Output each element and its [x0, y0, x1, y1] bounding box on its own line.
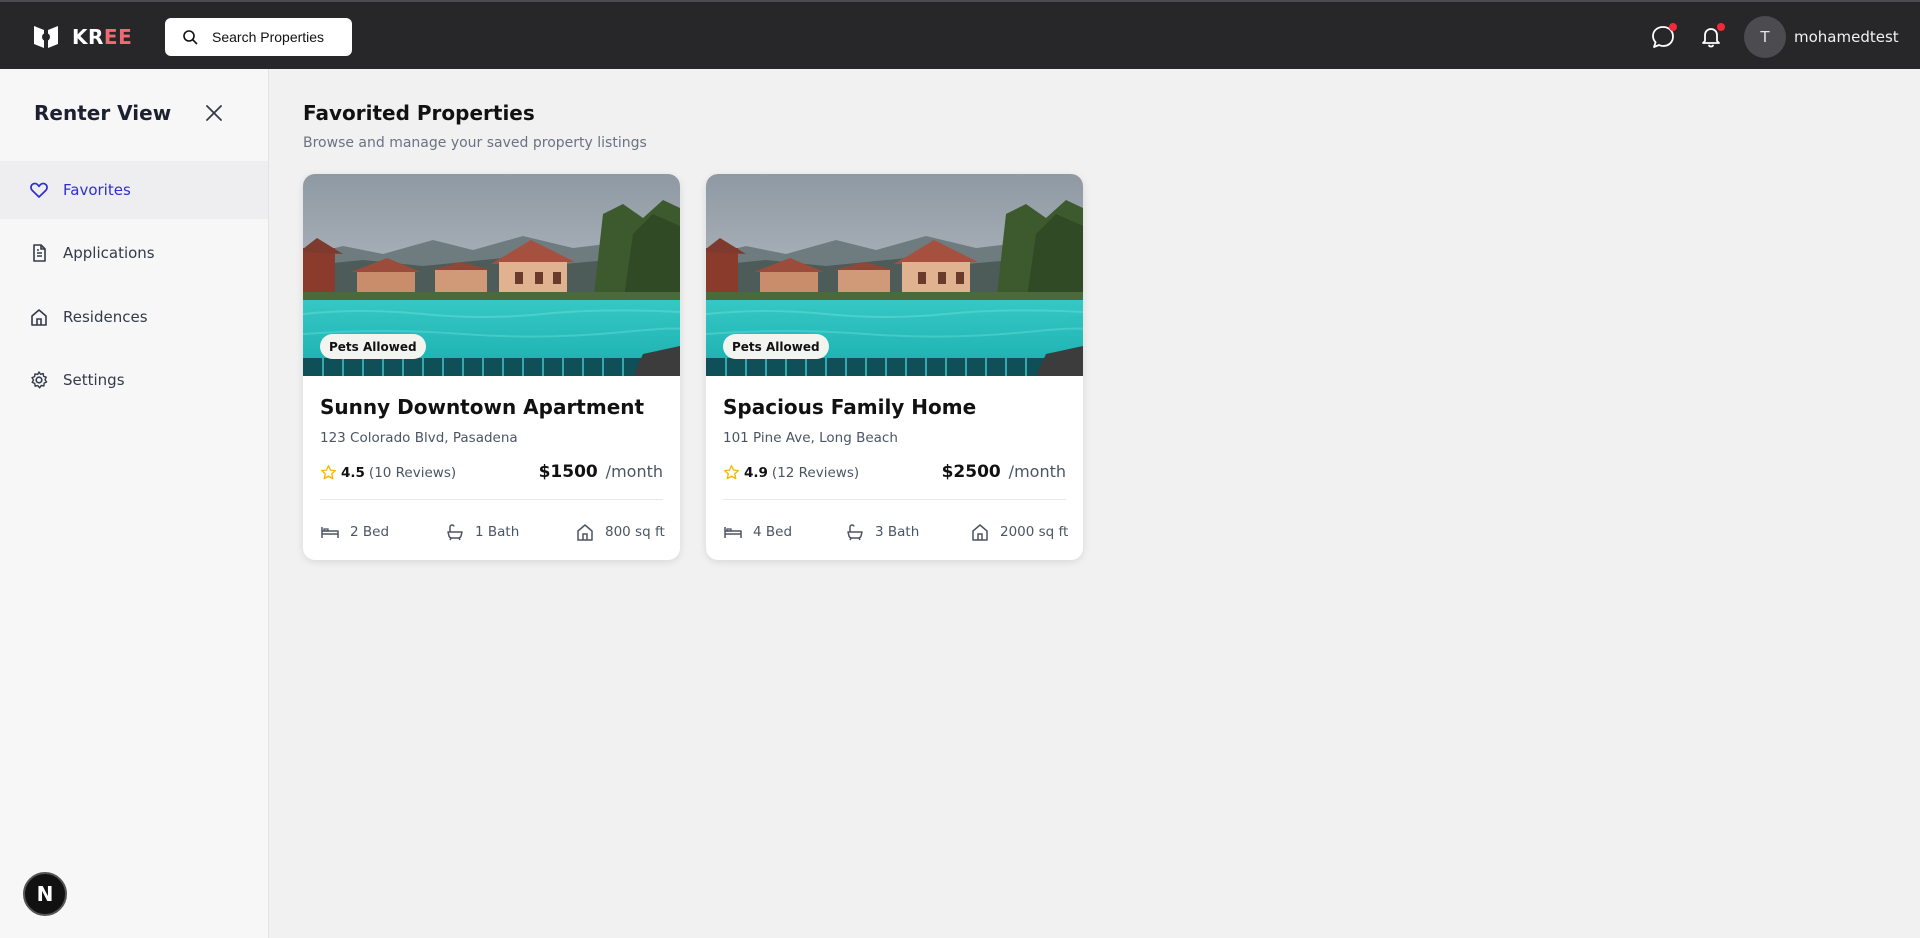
sidebar-item-settings[interactable]: Settings	[0, 351, 268, 409]
username[interactable]: mohamedtest	[1794, 28, 1899, 46]
bed-label: 2 Bed	[350, 524, 390, 540]
area-size: 2000 sq ft	[970, 522, 1068, 542]
sidebar: Renter View Favorites Applications Resid…	[0, 69, 269, 938]
pets-allowed-badge: Pets Allowed	[320, 334, 426, 359]
bathtub-icon	[847, 524, 863, 541]
sidebar-item-favorites[interactable]: Favorites	[0, 161, 268, 219]
logo-icon	[34, 26, 58, 48]
sidebar-item-label: Settings	[63, 371, 125, 389]
property-photo: Pets Allowed	[706, 174, 1083, 376]
bath-label: 1 Bath	[475, 524, 520, 540]
star-icon	[724, 465, 739, 480]
property-name[interactable]: Spacious Family Home	[723, 394, 976, 420]
gear-icon	[31, 371, 48, 389]
bed-count: 4 Bed	[723, 522, 792, 542]
property-rating: 4.5 (10 Reviews)	[320, 464, 456, 481]
bed-count: 2 Bed	[320, 522, 389, 542]
messages-button[interactable]	[1649, 23, 1677, 51]
sidebar-title: Renter View	[34, 101, 172, 125]
bed-icon	[724, 527, 742, 538]
dev-tools-badge[interactable]: N	[23, 872, 67, 916]
sidebar-item-residences[interactable]: Residences	[0, 288, 268, 346]
page-subtitle: Browse and manage your saved property li…	[303, 135, 647, 151]
price-unit: /month	[605, 462, 663, 481]
search-properties-button[interactable]: Search Properties	[165, 18, 352, 56]
brand-logo[interactable]: KREE	[32, 24, 132, 50]
area-label: 2000 sq ft	[1000, 524, 1069, 540]
property-card[interactable]: Pets Allowed Spacious Family Home 101 Pi…	[706, 174, 1083, 560]
heart-icon	[30, 182, 48, 198]
property-rating: 4.9 (12 Reviews)	[723, 464, 859, 481]
price-unit: /month	[1008, 462, 1066, 481]
bed-icon	[321, 527, 339, 538]
price-amount: $1500	[538, 462, 598, 482]
sidebar-item-label: Applications	[63, 244, 155, 262]
sidebar-item-label: Favorites	[63, 181, 131, 199]
bath-label: 3 Bath	[875, 524, 920, 540]
search-label: Search Properties	[212, 29, 325, 45]
property-price: $2500 /month	[942, 461, 1066, 483]
brand-name: KREE	[72, 24, 132, 50]
top-navbar: KREE Search Properties T mohamedtest	[0, 0, 1920, 69]
property-address: 123 Colorado Blvd, Pasadena	[320, 430, 518, 446]
close-icon[interactable]	[203, 102, 225, 124]
bath-count: 3 Bath	[845, 522, 919, 542]
bathtub-icon	[447, 524, 463, 541]
brand-name-accent: EE	[103, 25, 133, 49]
card-divider	[723, 499, 1066, 500]
sidebar-item-label: Residences	[63, 308, 148, 326]
star-icon	[321, 465, 336, 480]
property-name[interactable]: Sunny Downtown Apartment	[320, 394, 644, 420]
area-size: 800 sq ft	[575, 522, 665, 542]
review-count: (10 Reviews)	[368, 464, 457, 481]
notifications-dot	[1717, 23, 1725, 31]
brand-name-primary: KR	[72, 25, 104, 49]
search-icon	[183, 30, 198, 45]
rating-score: 4.9	[744, 464, 768, 481]
house-icon	[972, 524, 988, 541]
sidebar-item-applications[interactable]: Applications	[0, 224, 268, 282]
house-icon	[31, 309, 47, 326]
messages-notification-dot	[1669, 23, 1677, 31]
review-count: (12 Reviews)	[771, 464, 860, 481]
bed-label: 4 Bed	[753, 524, 793, 540]
page-title: Favorited Properties	[303, 101, 535, 125]
price-amount: $2500	[941, 462, 1001, 482]
house-icon	[577, 524, 593, 541]
property-photo: Pets Allowed	[303, 174, 680, 376]
card-divider	[320, 499, 663, 500]
property-price: $1500 /month	[539, 461, 663, 483]
notifications-button[interactable]	[1697, 23, 1725, 51]
user-avatar[interactable]: T	[1744, 16, 1786, 58]
property-card[interactable]: Pets Allowed Sunny Downtown Apartment 12…	[303, 174, 680, 560]
bath-count: 1 Bath	[445, 522, 519, 542]
document-icon	[33, 244, 46, 262]
pets-allowed-badge: Pets Allowed	[723, 334, 829, 359]
rating-score: 4.5	[341, 464, 365, 481]
area-label: 800 sq ft	[605, 524, 665, 540]
property-address: 101 Pine Ave, Long Beach	[723, 430, 898, 446]
